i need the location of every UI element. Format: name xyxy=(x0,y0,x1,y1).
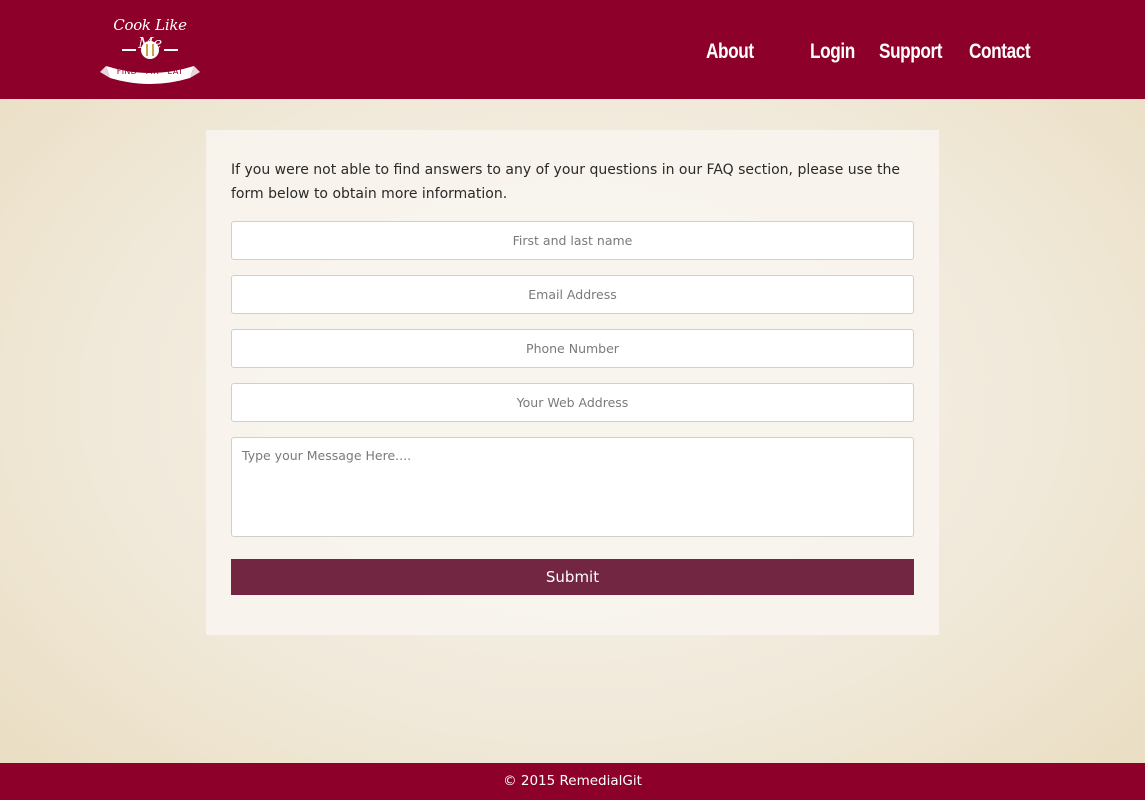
phone-field[interactable] xyxy=(231,329,914,368)
fork-knife-icon xyxy=(100,41,200,84)
nav-contact[interactable]: Contact xyxy=(969,40,1031,64)
contact-form-panel: If you were not able to find answers to … xyxy=(206,130,939,635)
name-field[interactable] xyxy=(231,221,914,260)
nav-support[interactable]: Support xyxy=(879,40,943,64)
email-field[interactable] xyxy=(231,275,914,314)
site-footer: © 2015 RemedialGit xyxy=(0,763,1145,800)
nav-about[interactable]: About xyxy=(706,40,754,64)
web-address-field[interactable] xyxy=(231,383,914,422)
copyright-text: © 2015 RemedialGit xyxy=(503,773,642,789)
submit-button[interactable]: Submit xyxy=(231,559,914,595)
nav-login[interactable]: Login xyxy=(810,40,855,64)
form-intro-text: If you were not able to find answers to … xyxy=(231,162,900,202)
brand-tagline: FIND · FIX · EAT xyxy=(116,67,184,76)
site-header: Cook Like Me FIND · FIX · EAT About Logi… xyxy=(0,0,1145,99)
brand-logo[interactable]: Cook Like Me FIND · FIX · EAT xyxy=(100,14,200,86)
message-field[interactable] xyxy=(231,437,914,537)
